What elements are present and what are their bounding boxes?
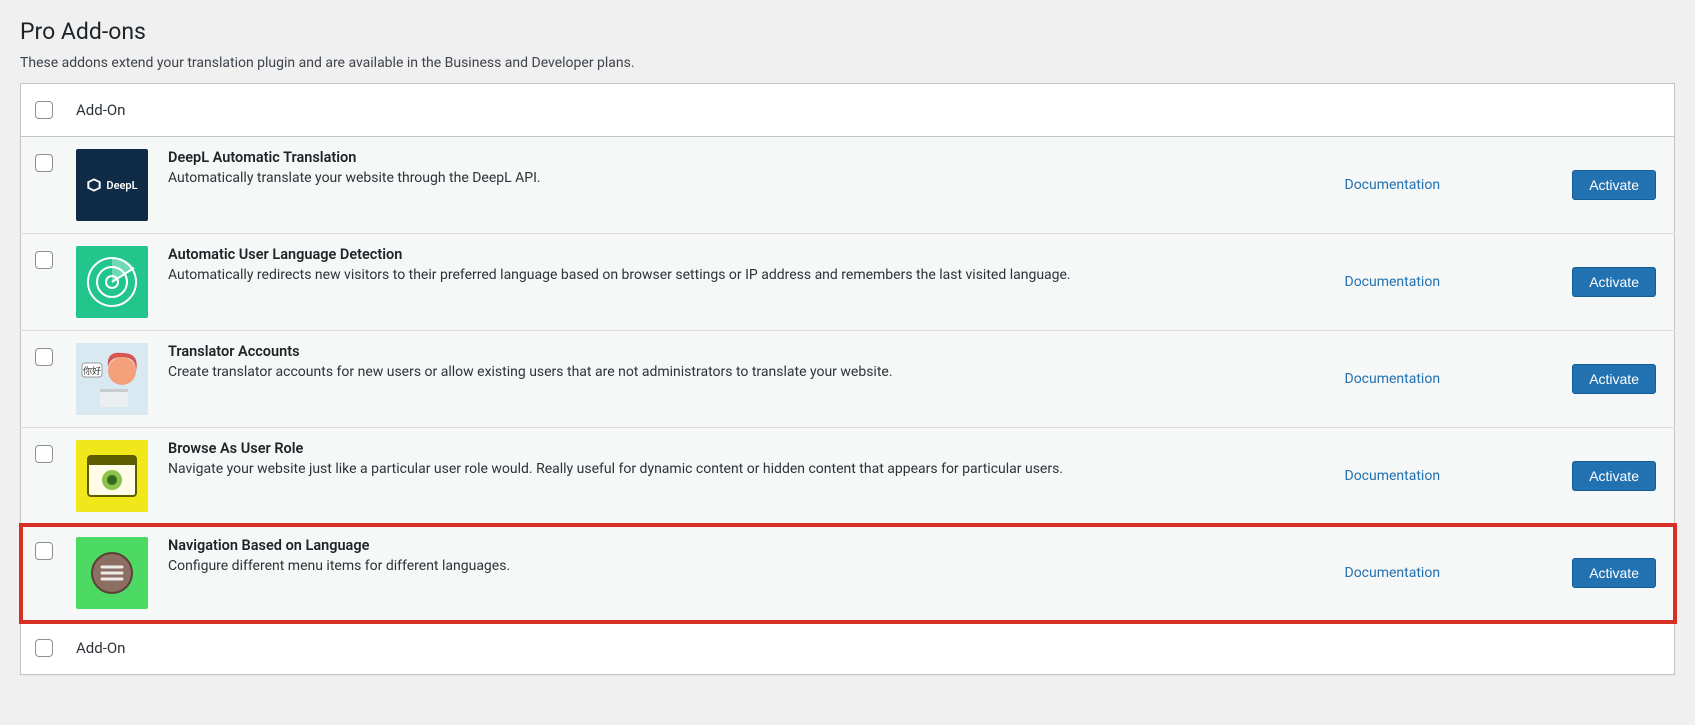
addon-title: Browse As User Role <box>168 440 1325 457</box>
page-title: Pro Add-ons <box>20 18 1675 45</box>
addon-column-header: Add-On <box>66 84 1675 137</box>
documentation-link[interactable]: Documentation <box>1345 274 1441 290</box>
documentation-link[interactable]: Documentation <box>1345 565 1441 581</box>
addon-description: Configure different menu items for diffe… <box>168 558 1325 574</box>
translator-icon: 你好 <box>76 343 148 415</box>
deepl-icon: DeepL <box>76 149 148 221</box>
menu-icon <box>76 537 148 609</box>
activate-button[interactable]: Activate <box>1572 461 1656 491</box>
addon-title: DeepL Automatic Translation <box>168 149 1325 166</box>
select-all-header <box>21 84 67 137</box>
addons-table: Add-On DeepL DeepL Automatic Translation… <box>20 83 1675 675</box>
addon-title: Automatic User Language Detection <box>168 246 1325 263</box>
addon-column-footer: Add-On <box>66 622 1675 675</box>
table-row: 你好 Translator Accounts Create translator… <box>21 331 1675 428</box>
documentation-link[interactable]: Documentation <box>1345 371 1441 387</box>
documentation-link[interactable]: Documentation <box>1345 177 1441 193</box>
addon-description: Navigate your website just like a partic… <box>168 461 1325 477</box>
select-all-checkbox[interactable] <box>35 101 53 119</box>
table-row: Navigation Based on Language Configure d… <box>21 525 1675 622</box>
addon-description: Automatically translate your website thr… <box>168 170 1325 186</box>
table-row: Automatic User Language Detection Automa… <box>21 234 1675 331</box>
row-checkbox[interactable] <box>35 251 53 269</box>
table-row: Browse As User Role Navigate your websit… <box>21 428 1675 525</box>
browse-icon <box>76 440 148 512</box>
row-checkbox[interactable] <box>35 348 53 366</box>
activate-button[interactable]: Activate <box>1572 170 1656 200</box>
addon-title: Navigation Based on Language <box>168 537 1325 554</box>
documentation-link[interactable]: Documentation <box>1345 468 1441 484</box>
addon-description: Automatically redirects new visitors to … <box>168 267 1325 283</box>
row-checkbox[interactable] <box>35 154 53 172</box>
select-all-footer <box>21 622 67 675</box>
activate-button[interactable]: Activate <box>1572 558 1656 588</box>
activate-button[interactable]: Activate <box>1572 364 1656 394</box>
addon-title: Translator Accounts <box>168 343 1325 360</box>
activate-button[interactable]: Activate <box>1572 267 1656 297</box>
table-row: DeepL DeepL Automatic Translation Automa… <box>21 137 1675 234</box>
page-subtitle: These addons extend your translation plu… <box>20 55 1675 71</box>
select-all-checkbox-footer[interactable] <box>35 639 53 657</box>
addon-description: Create translator accounts for new users… <box>168 364 1325 380</box>
radar-icon <box>76 246 148 318</box>
row-checkbox[interactable] <box>35 542 53 560</box>
svg-text:你好: 你好 <box>83 365 101 377</box>
row-checkbox[interactable] <box>35 445 53 463</box>
